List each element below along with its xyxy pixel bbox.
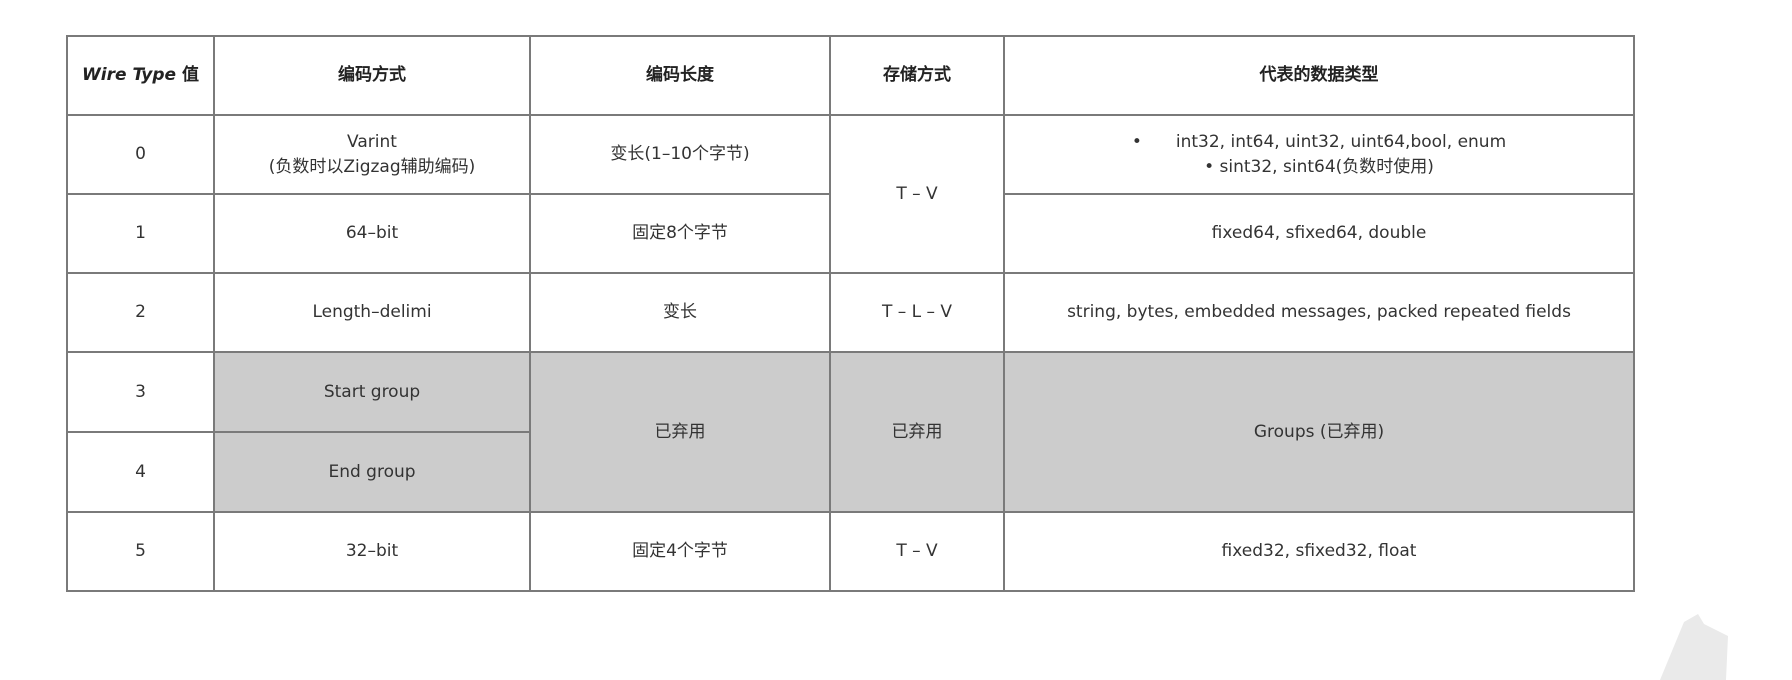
cell-types-line1: • int32, int64, uint32, uint64,bool, enum <box>1011 130 1627 155</box>
table-row: 5 32–bit 固定4个字节 T – V fixed32, sfixed32,… <box>66 511 1635 592</box>
cell-encoding: 64–bit <box>213 193 531 274</box>
cell-wire-type: 2 <box>66 272 215 353</box>
cell-encoding: 32–bit <box>213 511 531 592</box>
cell-encoding: End group <box>213 431 531 513</box>
cell-types: string, bytes, embedded messages, packed… <box>1003 272 1635 353</box>
cell-storage: T – V <box>829 114 1005 274</box>
cell-encoding: Start group <box>213 351 531 433</box>
header-types: 代表的数据类型 <box>1003 35 1635 116</box>
table-container: Wire Type 值 编码方式 编码长度 存储方式 代表的数据类型 0 Var… <box>66 35 1635 592</box>
cell-length: 变长 <box>529 272 831 353</box>
cell-wire-type: 0 <box>66 114 215 195</box>
cell-length: 变长(1–10个字节) <box>529 114 831 195</box>
cell-wire-type: 1 <box>66 193 215 274</box>
cell-encoding-line1: Varint <box>347 131 397 152</box>
cell-types: fixed32, sfixed32, float <box>1003 511 1635 592</box>
cell-encoding-line2: (负数时以Zigzag辅助编码) <box>268 156 476 177</box>
header-wire-type-suffix: 值 <box>176 65 199 86</box>
bullet-icon: • <box>1131 131 1142 152</box>
cell-types: fixed64, sfixed64, double <box>1003 193 1635 274</box>
cell-encoding: Length–delimi <box>213 272 531 353</box>
cell-types-line2: • sint32, sint64(负数时使用) <box>1204 156 1434 177</box>
table-row: 3 Start group 已弃用 已弃用 Groups (已弃用) <box>66 351 1635 513</box>
header-length: 编码长度 <box>529 35 831 116</box>
wire-type-table: Wire Type 值 编码方式 编码长度 存储方式 代表的数据类型 0 Var… <box>66 35 1635 592</box>
cell-types: Groups (已弃用) <box>1003 351 1635 513</box>
cell-length: 已弃用 <box>529 351 831 513</box>
header-wire-type-label: Wire Type <box>82 65 177 86</box>
cell-encoding: Varint (负数时以Zigzag辅助编码) <box>213 114 531 195</box>
cell-wire-type: 3 <box>66 351 215 433</box>
cell-length: 固定4个字节 <box>529 511 831 592</box>
header-row: Wire Type 值 编码方式 编码长度 存储方式 代表的数据类型 <box>66 35 1635 116</box>
header-wire-type: Wire Type 值 <box>66 35 215 116</box>
header-storage: 存储方式 <box>829 35 1005 116</box>
cell-storage: T – V <box>829 511 1005 592</box>
cell-storage: T – L – V <box>829 272 1005 353</box>
cell-wire-type: 5 <box>66 511 215 592</box>
cell-length: 固定8个字节 <box>529 193 831 274</box>
watermark-logo-icon <box>1660 614 1728 680</box>
cell-storage: 已弃用 <box>829 351 1005 513</box>
header-encoding: 编码方式 <box>213 35 531 116</box>
cell-wire-type: 4 <box>66 431 215 513</box>
cell-types-line1-text: int32, int64, uint32, uint64,bool, enum <box>1175 131 1507 152</box>
cell-types: • int32, int64, uint32, uint64,bool, enum… <box>1003 114 1635 195</box>
table-row: 0 Varint (负数时以Zigzag辅助编码) 变长(1–10个字节) T … <box>66 114 1635 274</box>
table-row: 2 Length–delimi 变长 T – L – V string, byt… <box>66 272 1635 353</box>
